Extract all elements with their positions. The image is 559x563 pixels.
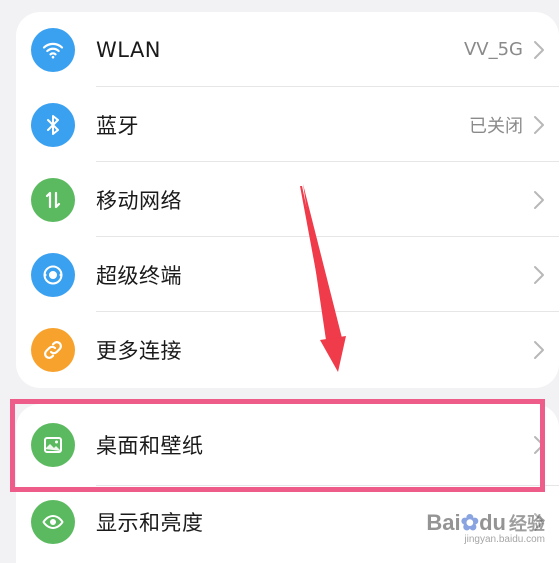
settings-item-super-device[interactable]: 超级终端 [16,237,559,312]
settings-item-label: 更多连接 [96,338,182,363]
chevron-right-icon [534,115,544,134]
link-icon [31,327,75,372]
settings-item-label: 显示和亮度 [96,511,204,535]
wifi-icon [31,27,75,72]
settings-item-wlan[interactable]: WLAN VV_5G [16,12,559,87]
mobile-data-icon [31,177,75,222]
display-card: 桌面和壁纸 显示和亮度 [16,404,559,563]
chevron-right-icon [534,513,544,531]
chevron-right-icon [534,190,544,209]
settings-item-home-wallpaper[interactable]: 桌面和壁纸 [16,404,559,486]
settings-item-label: 移动网络 [96,188,182,213]
settings-screen: WLAN VV_5G 蓝牙 已关闭 移动网络 超级终端 更多连接 桌面和壁纸 显… [0,0,559,563]
image-icon [31,423,75,467]
eye-icon [31,500,75,544]
super-device-icon [31,252,75,297]
connectivity-card: WLAN VV_5G 蓝牙 已关闭 移动网络 超级终端 更多连接 [16,12,559,388]
settings-item-bluetooth[interactable]: 蓝牙 已关闭 [16,87,559,162]
chevron-right-icon [534,340,544,359]
settings-item-display-brightness[interactable]: 显示和亮度 [16,486,559,558]
bluetooth-icon [31,102,75,147]
settings-item-label: 桌面和壁纸 [96,434,204,458]
chevron-right-icon [534,40,544,59]
chevron-right-icon [534,436,544,454]
settings-item-label: WLAN [96,37,162,62]
settings-item-label: 蓝牙 [96,113,139,138]
settings-item-mobile-network[interactable]: 移动网络 [16,162,559,237]
chevron-right-icon [534,265,544,284]
settings-item-more-connections[interactable]: 更多连接 [16,312,559,387]
bluetooth-status: 已关闭 [469,115,523,137]
wlan-network-name: VV_5G [463,39,523,60]
settings-item-label: 超级终端 [96,263,182,288]
